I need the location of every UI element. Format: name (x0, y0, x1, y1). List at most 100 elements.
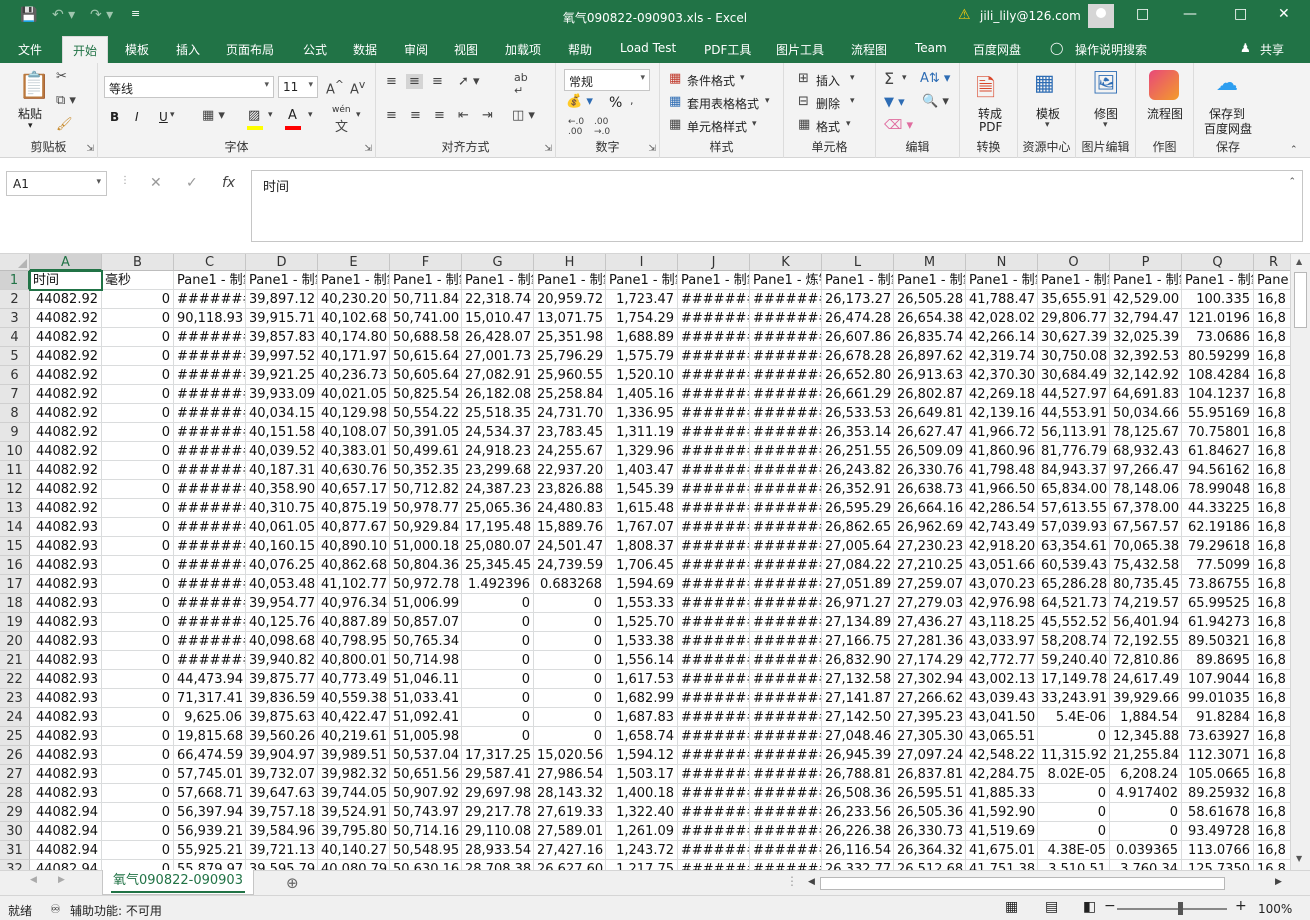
data-cell[interactable]: 27,141.87 (822, 689, 894, 708)
data-cell[interactable]: 16,8 (1254, 290, 1294, 309)
comma-style-icon[interactable]: , (630, 94, 634, 107)
data-cell[interactable]: 24,918.23 (462, 442, 534, 461)
delete-cells-icon[interactable]: ⊟ (798, 94, 809, 109)
row-header[interactable]: 27 (0, 765, 30, 784)
data-cell[interactable]: 0 (102, 860, 174, 870)
data-cell[interactable]: 39,982.32 (318, 765, 390, 784)
vertical-scrollbar[interactable]: ▲ ▼ (1290, 254, 1310, 870)
data-cell[interactable]: 39,721.13 (246, 841, 318, 860)
data-cell[interactable]: 77.5099 (1182, 556, 1254, 575)
data-cell[interactable]: 40,061.05 (246, 518, 318, 537)
delete-cells-button[interactable]: 删除 (816, 95, 840, 112)
data-cell[interactable]: 50,651.56 (390, 765, 462, 784)
convert-pdf-line2[interactable]: PDF (979, 120, 1002, 134)
data-cell[interactable]: ####### (678, 784, 750, 803)
data-cell[interactable]: 25,080.07 (462, 537, 534, 556)
data-cell[interactable]: ####### (750, 708, 822, 727)
tab-templates[interactable]: 模板 (125, 41, 149, 58)
data-cell[interactable]: 27,005.64 (822, 537, 894, 556)
template-icon[interactable]: ▦ (1034, 71, 1055, 96)
data-cell[interactable]: 1,706.45 (606, 556, 678, 575)
scroll-down-icon[interactable]: ▼ (1296, 854, 1302, 863)
data-cell[interactable]: 26,512.68 (894, 860, 966, 870)
data-cell[interactable]: 44082.93 (30, 632, 102, 651)
wrap-text-icon[interactable]: ab ↵ (514, 71, 528, 97)
data-cell[interactable]: 26,802.87 (894, 385, 966, 404)
data-cell[interactable]: 50,630.16 (390, 860, 462, 870)
flowchart-icon[interactable] (1149, 70, 1179, 100)
data-cell[interactable]: 43,118.25 (966, 613, 1038, 632)
data-cell[interactable]: 44.33225 (1182, 499, 1254, 518)
data-cell[interactable]: 27,174.29 (894, 651, 966, 670)
data-cell[interactable]: ####### (750, 670, 822, 689)
data-cell[interactable]: 50,741.00 (390, 309, 462, 328)
data-cell[interactable]: 21,255.84 (1110, 746, 1182, 765)
delete-dropdown-icon[interactable]: ▾ (850, 96, 855, 106)
data-cell[interactable]: 40,887.89 (318, 613, 390, 632)
column-header[interactable]: O (1038, 254, 1110, 271)
data-cell[interactable]: 39,595.79 (246, 860, 318, 870)
data-cell[interactable]: 56,401.94 (1110, 613, 1182, 632)
data-cell[interactable]: 43,002.13 (966, 670, 1038, 689)
decrease-indent-icon[interactable]: ⇤ (458, 108, 469, 123)
data-cell[interactable]: 44082.93 (30, 689, 102, 708)
scroll-right-icon[interactable]: ▶ (1275, 877, 1282, 887)
data-cell[interactable]: ####### (174, 366, 246, 385)
data-cell[interactable]: ####### (678, 708, 750, 727)
data-cell[interactable]: 51,046.11 (390, 670, 462, 689)
data-cell[interactable]: ####### (678, 822, 750, 841)
data-cell[interactable]: 62.19186 (1182, 518, 1254, 537)
cancel-entry-icon[interactable]: ✕ (150, 175, 162, 191)
data-cell[interactable]: ####### (678, 575, 750, 594)
data-cell[interactable]: 23,299.68 (462, 461, 534, 480)
data-cell[interactable]: 42,976.98 (966, 594, 1038, 613)
cell-styles-dropdown-icon[interactable]: ▾ (752, 119, 757, 129)
data-cell[interactable]: 1,723.47 (606, 290, 678, 309)
data-cell[interactable]: 27,986.54 (534, 765, 606, 784)
data-cell[interactable]: 16,8 (1254, 727, 1294, 746)
data-cell[interactable]: 56,397.94 (174, 803, 246, 822)
cell-styles-button[interactable]: 单元格样式 (687, 118, 747, 135)
data-cell[interactable]: 0 (102, 461, 174, 480)
data-cell[interactable]: 25,258.84 (534, 385, 606, 404)
tab-load-test[interactable]: Load Test (620, 41, 676, 55)
data-cell[interactable]: 43,039.43 (966, 689, 1038, 708)
data-cell[interactable]: 42,266.14 (966, 328, 1038, 347)
row-header[interactable]: 26 (0, 746, 30, 765)
column-header[interactable]: B (102, 254, 174, 271)
data-cell[interactable]: 26,832.90 (822, 651, 894, 670)
data-cell[interactable]: 56,939.21 (174, 822, 246, 841)
data-cell[interactable]: 0 (534, 632, 606, 651)
data-cell[interactable]: 55,879.97 (174, 860, 246, 870)
data-cell[interactable]: 27,281.36 (894, 632, 966, 651)
picture-edit-icon[interactable]: 🖼 (1092, 71, 1120, 96)
data-cell[interactable]: 59,240.40 (1038, 651, 1110, 670)
data-cell[interactable]: 33,243.91 (1038, 689, 1110, 708)
data-cell[interactable]: 0 (1038, 803, 1110, 822)
data-cell[interactable]: ####### (678, 480, 750, 499)
data-cell[interactable]: ####### (678, 613, 750, 632)
data-cell[interactable]: 43,051.66 (966, 556, 1038, 575)
data-cell[interactable]: 44082.92 (30, 442, 102, 461)
data-cell[interactable]: 97,266.47 (1110, 461, 1182, 480)
data-cell[interactable]: 42,743.49 (966, 518, 1038, 537)
data-cell[interactable]: 26,913.63 (894, 366, 966, 385)
data-cell[interactable]: 16,8 (1254, 841, 1294, 860)
data-cell[interactable]: 50,537.04 (390, 746, 462, 765)
clipboard-launcher-icon[interactable]: ⇲ (86, 144, 94, 154)
data-cell[interactable]: 26,638.73 (894, 480, 966, 499)
data-cell[interactable]: 39,904.97 (246, 746, 318, 765)
data-cell[interactable]: 50,712.82 (390, 480, 462, 499)
data-cell[interactable]: 40,559.38 (318, 689, 390, 708)
data-cell[interactable]: 0 (534, 613, 606, 632)
data-cell[interactable]: 22,318.74 (462, 290, 534, 309)
data-cell[interactable]: ####### (750, 822, 822, 841)
data-cell[interactable]: 40,151.58 (246, 423, 318, 442)
row-header[interactable]: 22 (0, 670, 30, 689)
data-cell[interactable]: 27,305.30 (894, 727, 966, 746)
column-header[interactable]: P (1110, 254, 1182, 271)
data-cell[interactable]: 50,743.97 (390, 803, 462, 822)
data-cell[interactable]: 51,005.98 (390, 727, 462, 746)
data-cell[interactable]: 16,8 (1254, 366, 1294, 385)
data-cell[interactable]: ####### (678, 670, 750, 689)
